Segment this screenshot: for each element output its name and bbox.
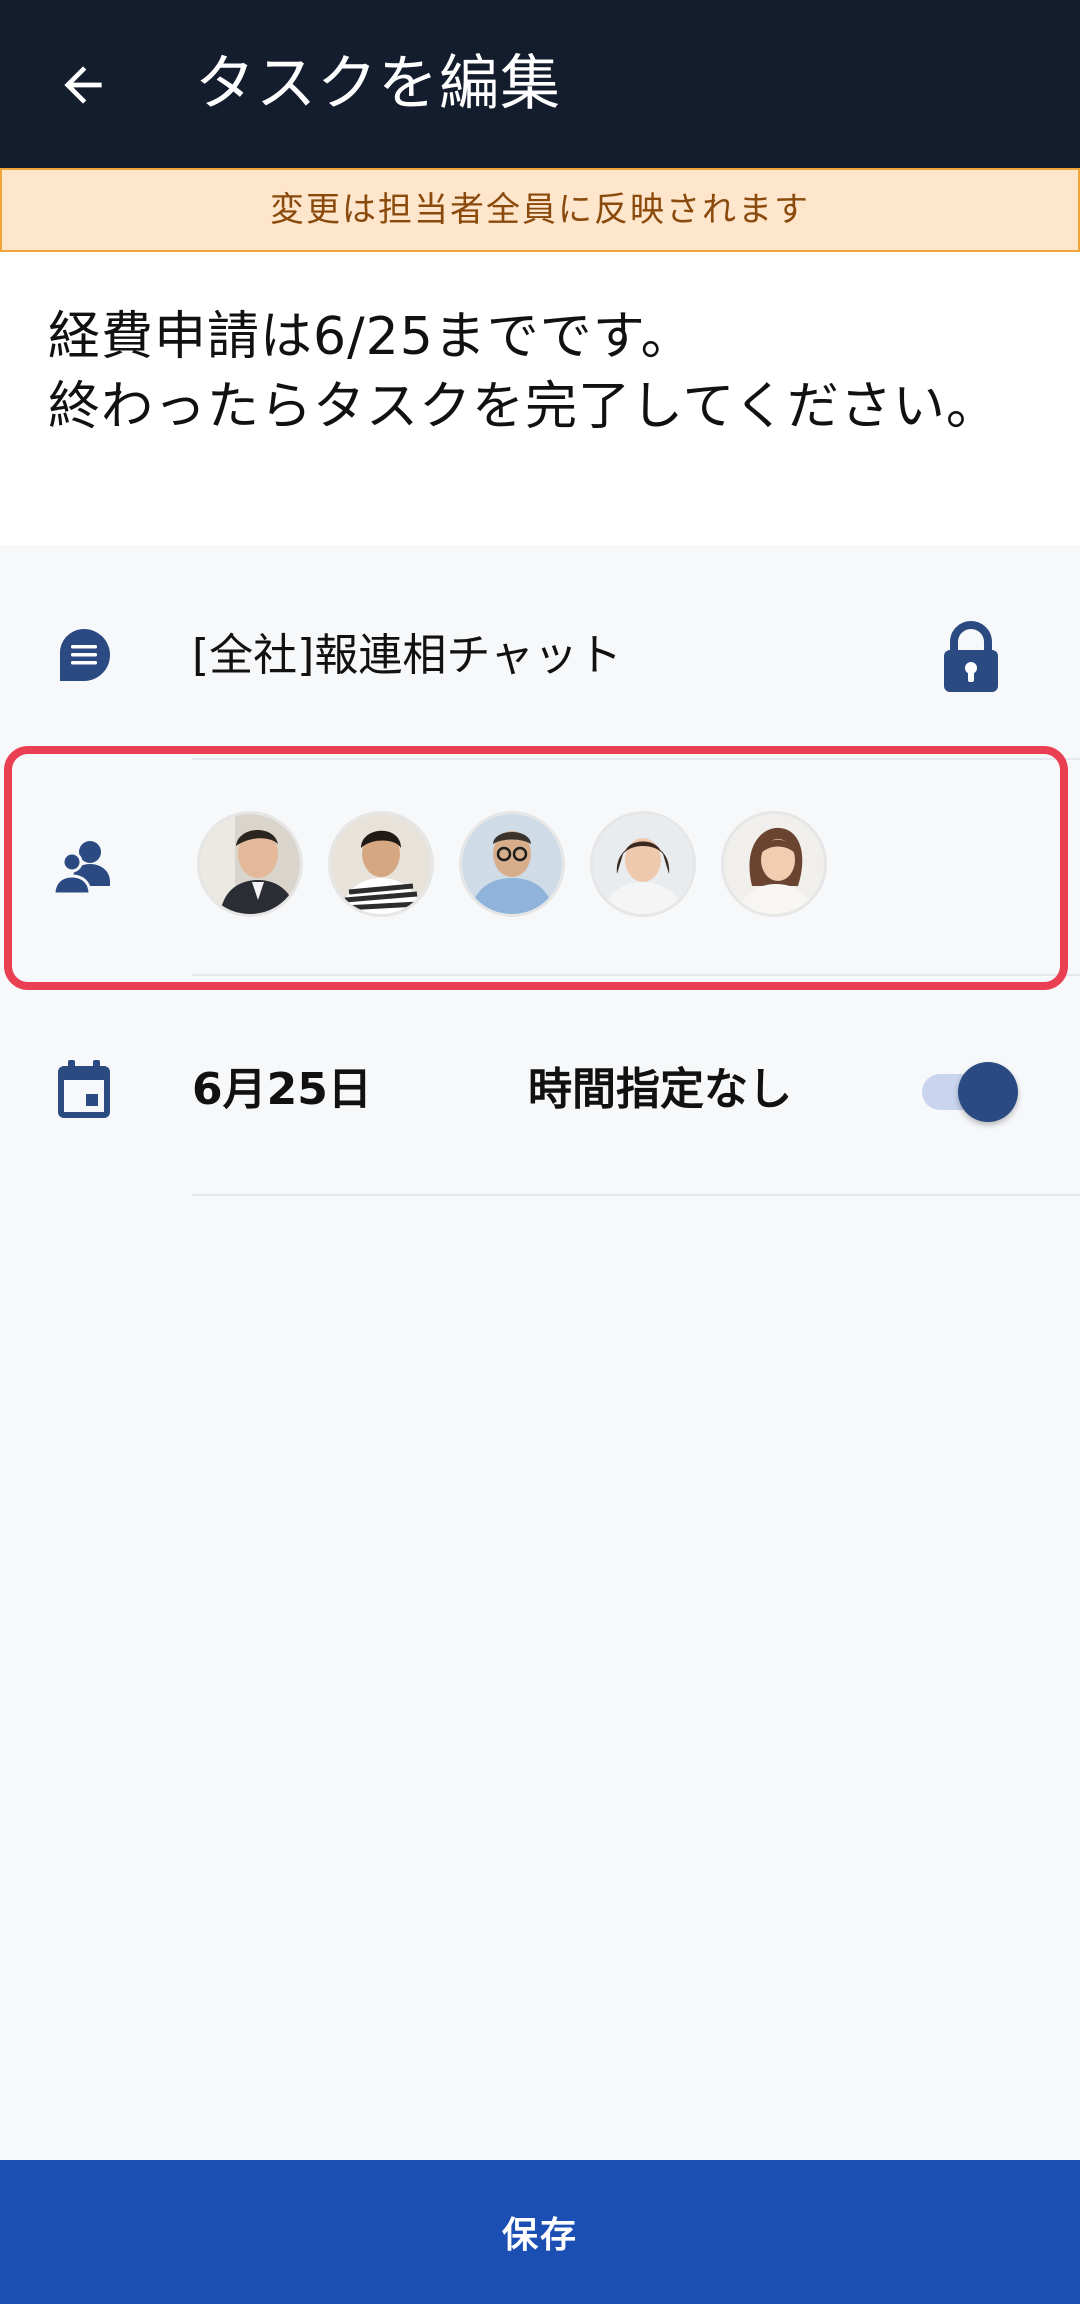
task-description-field[interactable]: 経費申請は6/25までです。 終わったらタスクを完了してください。: [0, 252, 1080, 545]
lock-icon: [944, 621, 998, 692]
app-bar: タスクを編集: [0, 0, 1080, 168]
calendar-icon: [50, 1056, 118, 1124]
chat-icon: [50, 621, 118, 689]
no-time-toggle[interactable]: [922, 1058, 1022, 1122]
arrow-left-icon: [64, 66, 102, 104]
due-date[interactable]: 6月25日: [192, 1062, 372, 1118]
back-button[interactable]: [48, 50, 118, 120]
page-title: タスクを編集: [195, 49, 561, 119]
members-highlight-frame: [4, 746, 1068, 990]
chat-row: [全社]報連相チャット: [0, 600, 1080, 710]
toggle-thumb: [958, 1062, 1018, 1122]
divider: [192, 1194, 1080, 1196]
task-description-text: 経費申請は6/25までです。 終わったらタスクを完了してください。: [48, 307, 999, 437]
save-button[interactable]: 保存: [0, 2160, 1080, 2304]
chat-name: [全社]報連相チャット: [192, 630, 622, 681]
notice-banner: 変更は担当者全員に反映されます: [0, 168, 1080, 252]
time-label: 時間指定なし: [528, 1064, 792, 1115]
due-date-row: 6月25日 時間指定なし: [0, 1040, 1080, 1170]
